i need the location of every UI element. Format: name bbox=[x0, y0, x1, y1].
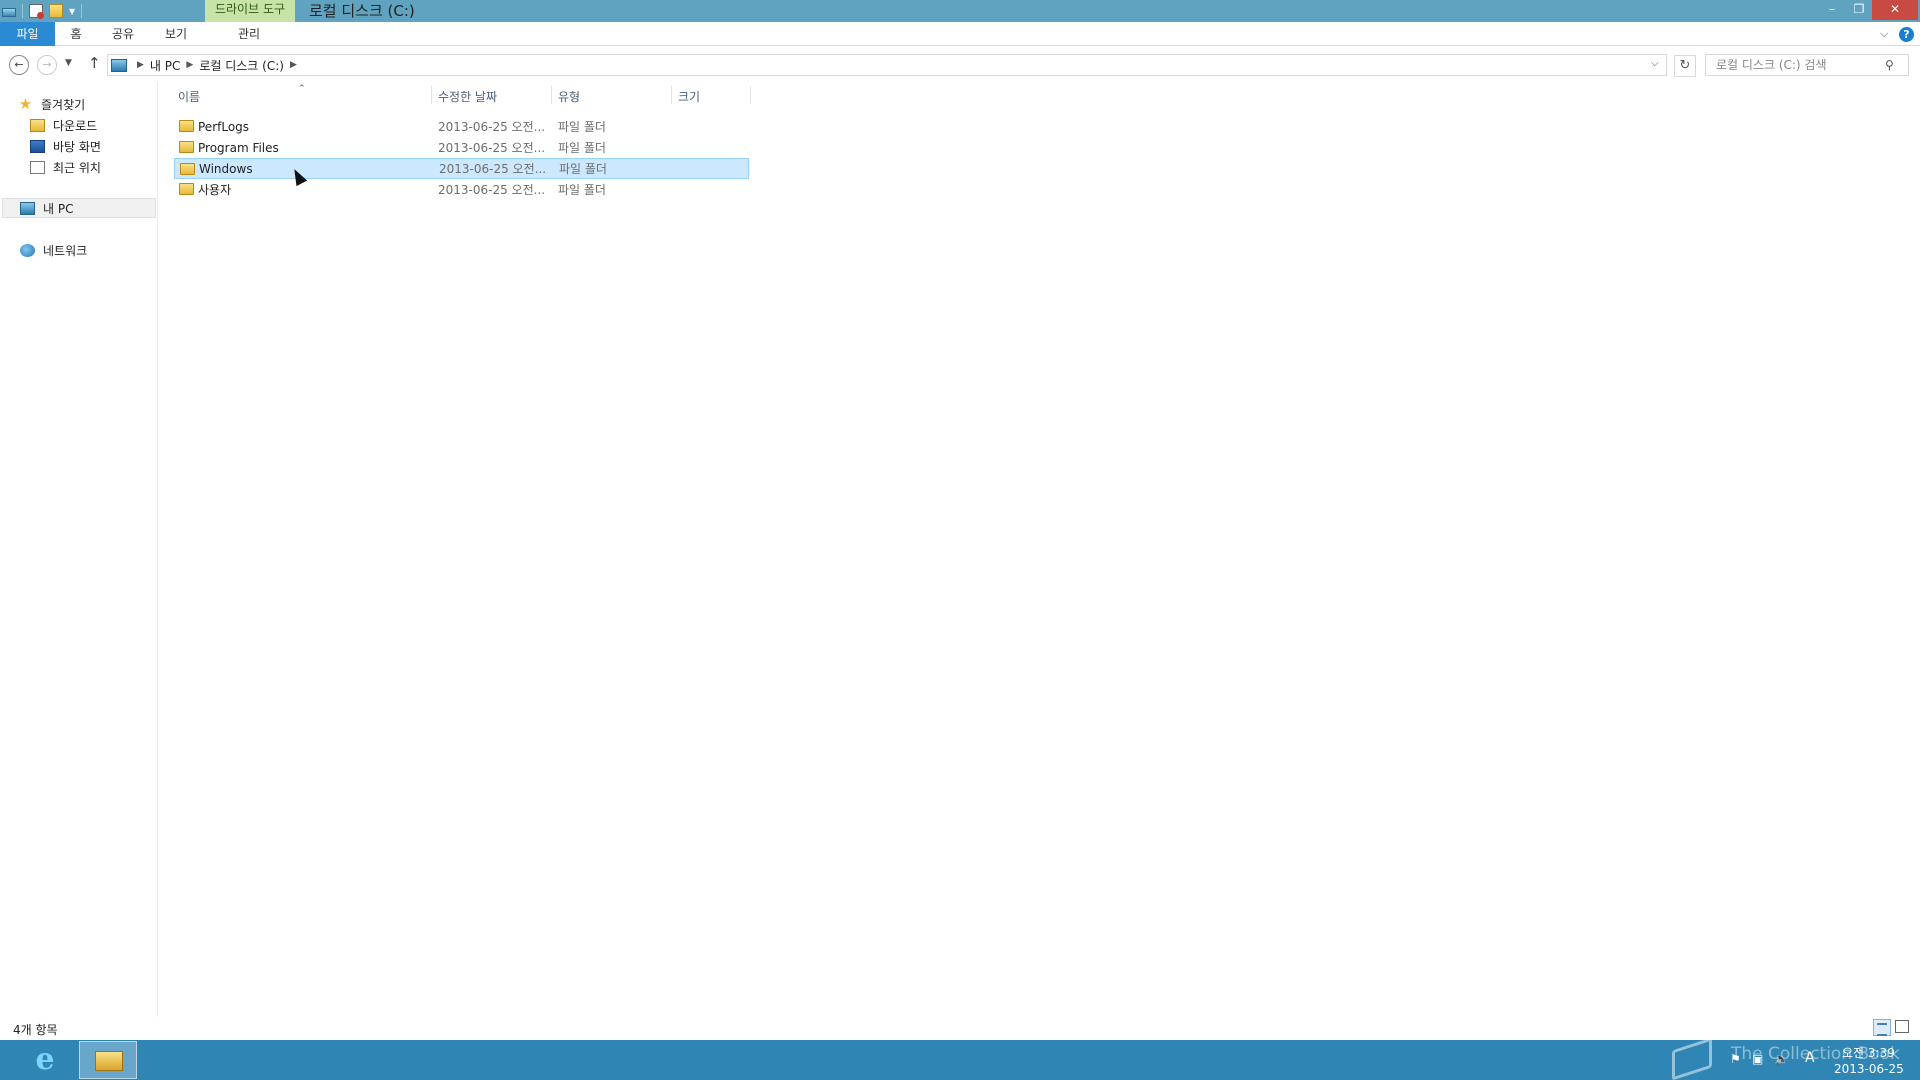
ribbon-tab-bar: 파일 홈 공유 보기 관리 ⌵ ? bbox=[0, 22, 1920, 46]
breadcrumb-chevron-icon[interactable]: ▶ bbox=[290, 60, 297, 70]
new-folder-icon[interactable] bbox=[49, 4, 63, 18]
file-date: 2013-06-25 오전... bbox=[438, 120, 546, 134]
network-icon bbox=[20, 243, 35, 257]
nav-item-label: 다운로드 bbox=[53, 118, 98, 133]
close-button[interactable]: ✕ bbox=[1872, 0, 1918, 20]
tab-manage[interactable]: 관리 bbox=[236, 22, 262, 46]
file-date: 2013-06-25 오전... bbox=[439, 162, 547, 176]
folder-icon bbox=[179, 141, 194, 153]
breadcrumb-local-disk[interactable]: 로컬 디스크 (C:) bbox=[199, 57, 284, 74]
sort-ascending-icon: ⌃ bbox=[298, 84, 306, 94]
status-bar: 4개 항목 bbox=[0, 1017, 1920, 1039]
customize-toolbar-chevron-icon[interactable]: ▼ bbox=[69, 7, 75, 16]
restore-button[interactable]: ❐ bbox=[1845, 0, 1873, 20]
file-row[interactable]: PerfLogs 2013-06-25 오전... 파일 폴더 bbox=[174, 116, 749, 137]
explorer-app-icon[interactable] bbox=[2, 8, 16, 17]
column-divider[interactable] bbox=[551, 86, 552, 104]
address-row: ← → ▼ ↑ ▶ 내 PC ▶ 로컬 디스크 (C:) ▶ ⌵ ↻ 로컬 디스… bbox=[0, 50, 1920, 80]
star-icon: ★ bbox=[18, 95, 33, 113]
window-title: 로컬 디스크 (C:) bbox=[309, 2, 415, 20]
tab-view[interactable]: 보기 bbox=[164, 22, 188, 46]
breadcrumb-chevron-icon[interactable]: ▶ bbox=[137, 60, 144, 70]
internet-explorer-icon[interactable]: e bbox=[27, 1042, 63, 1078]
file-row[interactable]: Program Files 2013-06-25 오전... 파일 폴더 bbox=[174, 137, 749, 158]
properties-icon[interactable] bbox=[29, 4, 44, 19]
tab-share[interactable]: 공유 bbox=[110, 22, 136, 46]
help-icon[interactable]: ? bbox=[1899, 27, 1914, 42]
address-history-chevron-icon[interactable]: ⌵ bbox=[1651, 58, 1659, 69]
downloads-folder-icon bbox=[30, 118, 45, 132]
quick-access-toolbar: ▼ bbox=[2, 2, 83, 20]
search-input[interactable]: 로컬 디스크 (C:) 검색 bbox=[1705, 54, 1909, 76]
drive-tools-context-tab: 드라이브 도구 bbox=[205, 0, 295, 22]
file-type: 파일 폴더 bbox=[558, 120, 606, 134]
file-row-selected[interactable]: Windows 2013-06-25 오전... 파일 폴더 bbox=[174, 158, 749, 179]
column-divider[interactable] bbox=[750, 86, 751, 104]
file-type: 파일 폴더 bbox=[558, 183, 606, 197]
file-date: 2013-06-25 오전... bbox=[438, 183, 546, 197]
expand-ribbon-chevron-icon[interactable]: ⌵ bbox=[1880, 27, 1888, 41]
address-bar[interactable]: ▶ 내 PC ▶ 로컬 디스크 (C:) ▶ bbox=[107, 54, 1667, 76]
column-header-date[interactable]: 수정한 날짜 bbox=[438, 88, 497, 105]
refresh-button[interactable]: ↻ bbox=[1674, 55, 1696, 77]
nav-item-my-pc[interactable]: 내 PC bbox=[20, 198, 73, 218]
tab-home[interactable]: 홈 bbox=[64, 22, 88, 46]
nav-item-label: 내 PC bbox=[43, 201, 74, 216]
nav-item-recent[interactable]: 최근 위치 bbox=[30, 157, 101, 177]
folder-icon bbox=[179, 183, 194, 195]
folder-icon bbox=[95, 1051, 123, 1071]
file-name: 사용자 bbox=[198, 183, 232, 197]
large-icons-view-icon[interactable] bbox=[1895, 1020, 1909, 1033]
column-divider[interactable] bbox=[431, 86, 432, 104]
file-type: 파일 폴더 bbox=[558, 141, 606, 155]
forward-button[interactable]: → bbox=[37, 55, 57, 75]
toolbar-divider bbox=[22, 4, 23, 18]
breadcrumb-my-pc[interactable]: 내 PC bbox=[150, 57, 180, 74]
desktop-icon bbox=[30, 139, 45, 153]
nav-item-label: 네트워크 bbox=[43, 243, 88, 258]
watermark: The Collection Book bbox=[1668, 1037, 1900, 1080]
tab-file[interactable]: 파일 bbox=[0, 22, 55, 46]
folder-icon bbox=[179, 120, 194, 132]
folder-icon bbox=[180, 163, 195, 175]
recent-places-icon bbox=[30, 160, 45, 174]
file-type: 파일 폴더 bbox=[559, 162, 607, 176]
file-date: 2013-06-25 오전... bbox=[438, 141, 546, 155]
taskbar: e ⚑ ▣ 🔈 A 오전 3:39 2013-06-25 bbox=[0, 1040, 1920, 1080]
file-name: Windows bbox=[199, 161, 253, 176]
column-header-type[interactable]: 유형 bbox=[558, 88, 580, 105]
column-headers: ⌃ 이름 수정한 날짜 유형 크기 bbox=[172, 84, 752, 108]
nav-item-desktop[interactable]: 바탕 화면 bbox=[30, 136, 101, 156]
file-row[interactable]: 사용자 2013-06-25 오전... 파일 폴더 bbox=[174, 179, 749, 200]
item-count: 4개 항목 bbox=[13, 1023, 58, 1037]
back-button[interactable]: ← bbox=[9, 55, 29, 75]
nav-favorites-label: 즐겨찾기 bbox=[41, 97, 86, 112]
file-name: PerfLogs bbox=[198, 119, 250, 134]
recent-locations-chevron-icon[interactable]: ▼ bbox=[65, 58, 72, 68]
minimize-button[interactable]: – bbox=[1818, 0, 1846, 20]
toolbar-divider bbox=[81, 4, 83, 18]
column-divider[interactable] bbox=[671, 86, 672, 104]
title-bar: ▼ 드라이브 도구 로컬 디스크 (C:) – ❐ ✕ bbox=[0, 0, 1920, 22]
nav-item-downloads[interactable]: 다운로드 bbox=[30, 115, 97, 135]
column-header-name[interactable]: 이름 bbox=[178, 88, 200, 105]
nav-item-label: 바탕 화면 bbox=[53, 139, 101, 154]
details-view-icon[interactable] bbox=[1873, 1019, 1891, 1036]
search-icon[interactable]: ⚲ bbox=[1885, 58, 1894, 72]
file-explorer-taskbar-button[interactable] bbox=[79, 1041, 137, 1079]
nav-favorites[interactable]: ★ 즐겨찾기 bbox=[18, 94, 85, 114]
column-header-size[interactable]: 크기 bbox=[678, 88, 700, 105]
nav-item-network[interactable]: 네트워크 bbox=[20, 240, 87, 260]
breadcrumb-chevron-icon[interactable]: ▶ bbox=[186, 60, 193, 70]
file-name: Program Files bbox=[198, 140, 279, 155]
book-logo-icon bbox=[1672, 1037, 1712, 1080]
pc-icon bbox=[111, 58, 127, 72]
navigation-pane: ★ 즐겨찾기 다운로드 바탕 화면 최근 위치 내 PC 네트워크 bbox=[0, 82, 158, 1017]
nav-item-label: 최근 위치 bbox=[53, 160, 101, 175]
watermark-text: The Collection Book bbox=[1731, 1044, 1900, 1064]
up-arrow-icon[interactable]: ↑ bbox=[88, 54, 101, 72]
pc-icon bbox=[20, 201, 35, 215]
